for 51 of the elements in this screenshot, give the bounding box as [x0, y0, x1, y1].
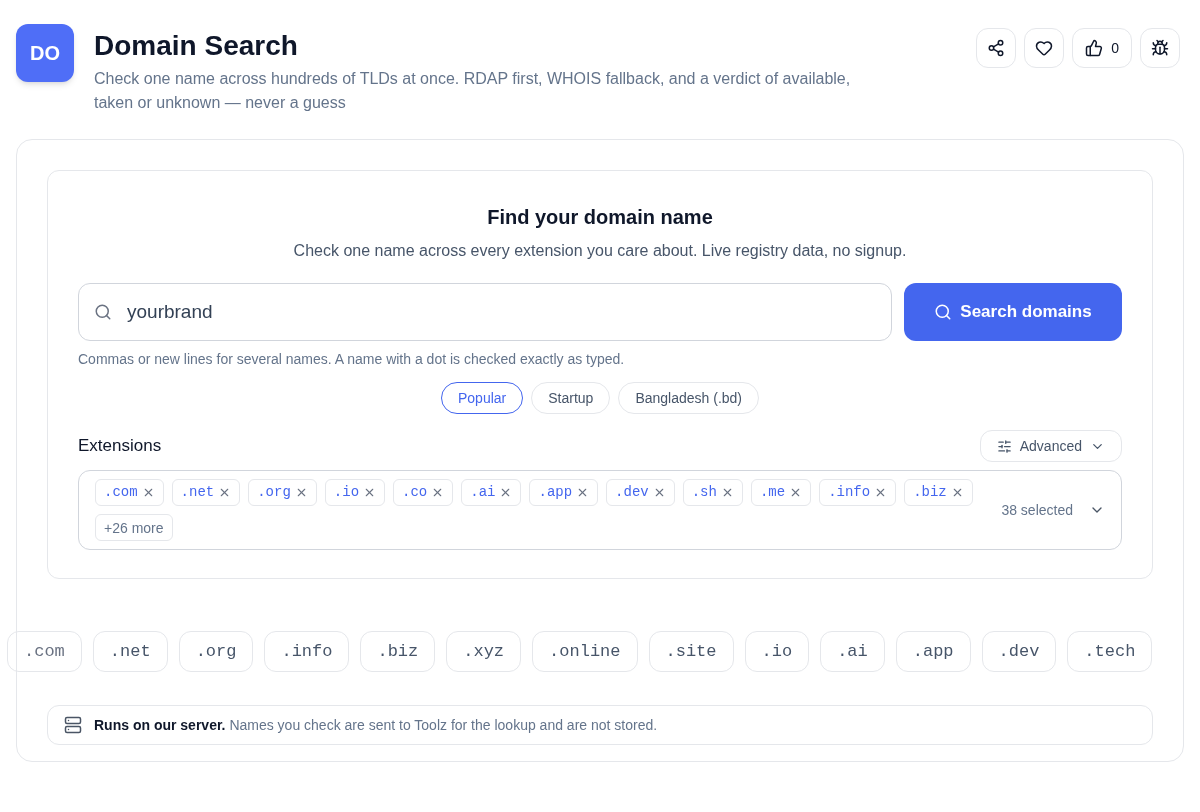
extension-tag: .me: [750, 479, 812, 506]
server-icon: [64, 716, 82, 734]
search-icon: [94, 303, 112, 321]
like-button[interactable]: 0: [1072, 28, 1132, 68]
extension-tag: .ai: [461, 479, 522, 506]
extension-tag: .biz: [904, 479, 973, 506]
search-icon: [934, 303, 953, 321]
sliders-icon: [996, 438, 1012, 454]
tld-chip[interactable]: .biz: [360, 631, 436, 672]
tld-chip[interactable]: .online: [532, 631, 638, 672]
extension-tag: .org: [248, 479, 317, 506]
selected-count: 38 selected: [1001, 501, 1073, 520]
extension-tag: .net: [171, 479, 241, 506]
favorite-button[interactable]: [1024, 28, 1065, 68]
tld-chip[interactable]: .ai: [820, 631, 885, 672]
extension-tag: .co: [393, 479, 454, 506]
tld-chip[interactable]: .info: [264, 631, 350, 672]
share-icon: [987, 39, 1006, 57]
more-tags-label: +26 more: [95, 514, 173, 541]
extension-tag: .dev: [606, 479, 675, 506]
extension-tag: .io: [324, 479, 386, 506]
tld-chip[interactable]: .org: [178, 631, 254, 672]
search-field[interactable]: yourbrand: [78, 283, 892, 341]
heart-icon: [1035, 39, 1054, 57]
tld-chip[interactable]: .dev: [981, 631, 1057, 672]
tld-chip[interactable]: .tech: [1067, 631, 1153, 672]
page-description: Check one name across hundreds of TLDs at once. RDAP first, WHOIS fallback, and a verdict of available, taken or unknown — never a guess: [94, 69, 852, 113]
app-logo: DO: [16, 24, 74, 82]
tld-chip[interactable]: .net: [92, 631, 168, 672]
extension-tag: .sh: [682, 479, 743, 506]
extensions-label: Extensions: [78, 435, 162, 458]
bug-icon: [1151, 39, 1169, 57]
tld-chip[interactable]: .io: [744, 631, 810, 672]
share-button[interactable]: [976, 28, 1017, 68]
tld-chip[interactable]: .xyz: [446, 631, 522, 672]
tld-chip[interactable]: .app: [895, 631, 971, 672]
search-hint: Commas or new lines for several names. A name with a dot is checked exactly as typed.: [78, 350, 626, 369]
notice-text: Runs on our server. Names you check are sent to Toolz for the lookup and are not stored.: [94, 716, 658, 735]
extensions-select[interactable]: .com .net .org .io .co .ai .app .dev .sh .me .info .biz +26 more 38 selected: [78, 470, 1122, 550]
tld-chip[interactable]: .site: [648, 631, 734, 672]
bug-report-button[interactable]: [1140, 28, 1180, 68]
search-button[interactable]: Search domains: [904, 283, 1122, 341]
advanced-button[interactable]: Advanced: [979, 430, 1122, 462]
tld-chip[interactable]: .com: [7, 631, 82, 672]
extension-tag: .info: [819, 479, 897, 506]
extension-tag: .app: [529, 479, 599, 506]
card-subtitle: Check one name across every extension you care about. Live registry data, no signup.: [292, 241, 908, 261]
thumbs-up-icon: [1085, 39, 1104, 57]
page-title: Domain Search: [94, 29, 299, 63]
card-title: Find your domain name: [486, 205, 714, 230]
extension-tag: .com: [95, 479, 164, 506]
